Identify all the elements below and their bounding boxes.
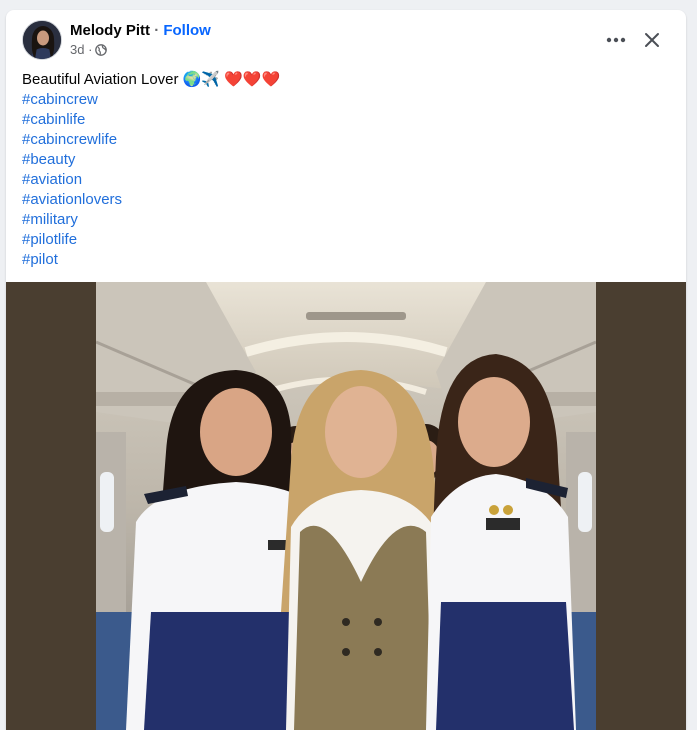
hashtag-link[interactable]: #aviationlovers <box>22 191 122 208</box>
hashtag-link[interactable]: #cabinlife <box>22 111 85 128</box>
author-name[interactable]: Melody Pitt <box>70 22 150 39</box>
post-meta: 3d · <box>70 42 108 57</box>
follow-button[interactable]: Follow <box>163 22 211 39</box>
post-caption: Beautiful Aviation Lover 🌍✈️ ❤️❤️❤️ #cab… <box>22 70 662 270</box>
cabin-crew-photo <box>96 282 596 730</box>
hashtag-link[interactable]: #beauty <box>22 151 75 168</box>
more-options-icon[interactable] <box>602 26 630 54</box>
hashtag-link[interactable]: #cabincrewlife <box>22 131 117 148</box>
author-avatar[interactable] <box>22 20 62 60</box>
post-media[interactable] <box>6 282 686 730</box>
avatar-image <box>23 21 61 59</box>
hashtag-link[interactable]: #aviation <box>22 171 82 188</box>
author-line: Melody Pitt · Follow <box>70 22 211 40</box>
post-card: Melody Pitt · Follow 3d · Beautiful Avia… <box>6 10 686 730</box>
hashtag-link[interactable]: #pilotlife <box>22 231 77 248</box>
post-photo[interactable] <box>96 282 596 730</box>
hashtag-link[interactable]: #military <box>22 211 78 228</box>
caption-text: Beautiful Aviation Lover 🌍✈️ ❤️❤️❤️ <box>22 71 281 88</box>
post-timestamp[interactable]: 3d · <box>70 42 92 57</box>
name-separator: · <box>154 22 160 39</box>
hashtag-link[interactable]: #pilot <box>22 251 58 268</box>
hashtag-link[interactable]: #cabincrew <box>22 91 98 108</box>
globe-icon[interactable] <box>95 43 108 56</box>
close-icon[interactable] <box>638 26 666 54</box>
post-header: Melody Pitt · Follow 3d · <box>6 10 686 68</box>
